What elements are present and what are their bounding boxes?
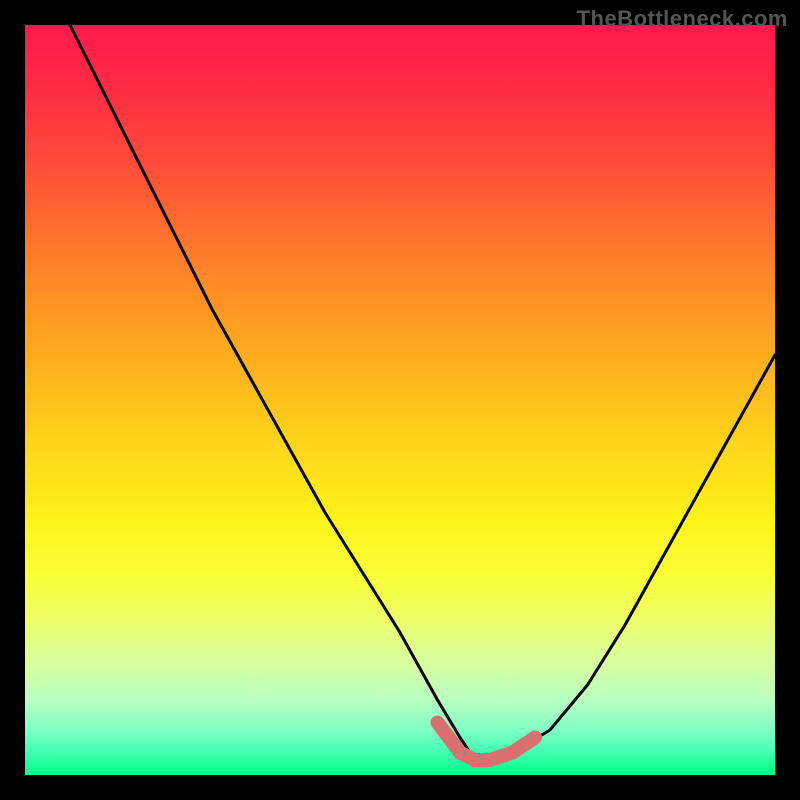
curve-layer — [25, 25, 775, 775]
plot-area — [25, 25, 775, 775]
chart-container: TheBottleneck.com — [0, 0, 800, 800]
valley-highlight — [438, 723, 536, 761]
bottleneck-curve — [70, 25, 775, 760]
watermark-text: TheBottleneck.com — [577, 6, 788, 32]
